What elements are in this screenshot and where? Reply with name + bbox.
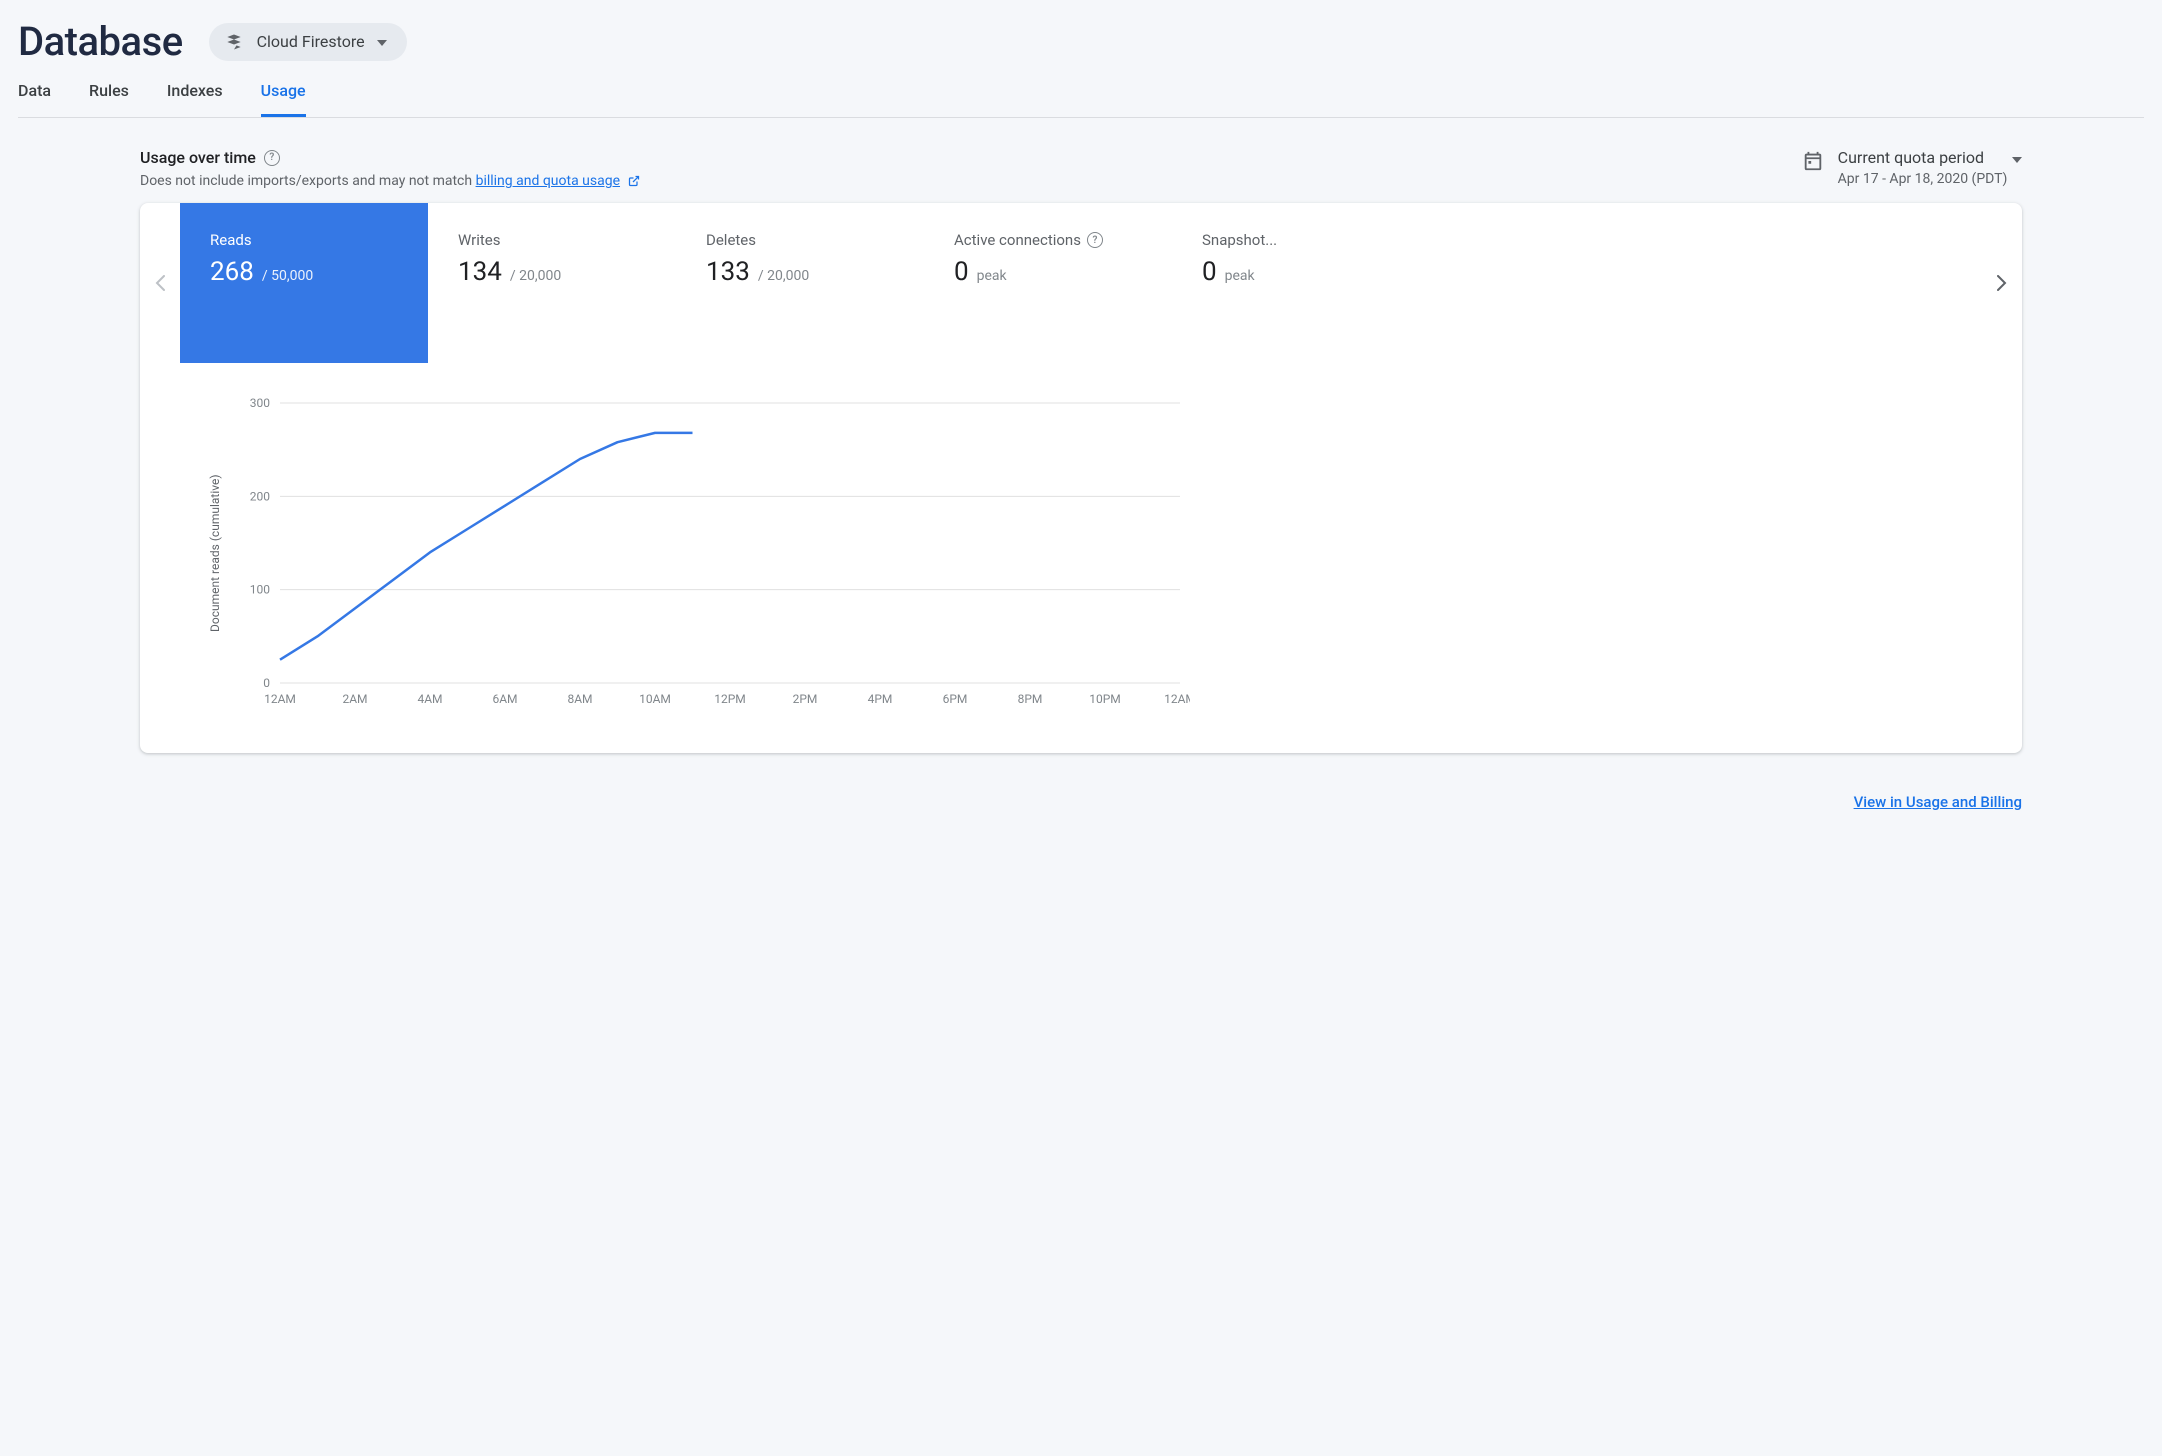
- svg-text:12PM: 12PM: [714, 692, 746, 706]
- svg-text:12AM: 12AM: [1164, 692, 1190, 706]
- period-label: Current quota period: [1838, 148, 1984, 167]
- metric-value: 134: [458, 257, 502, 287]
- usage-subtitle: Does not include imports/exports and may…: [140, 173, 640, 189]
- svg-text:10AM: 10AM: [639, 692, 671, 706]
- metric-reads[interactable]: Reads 268 / 50,000: [180, 203, 428, 363]
- billing-quota-link[interactable]: billing and quota usage: [476, 173, 620, 189]
- svg-text:100: 100: [250, 583, 270, 597]
- metric-label: Deletes: [706, 231, 756, 249]
- svg-text:0: 0: [263, 676, 270, 690]
- caret-down-icon: [2012, 148, 2022, 167]
- period-selector[interactable]: Current quota period Apr 17 - Apr 18, 20…: [1802, 148, 2022, 187]
- svg-text:2PM: 2PM: [793, 692, 818, 706]
- firestore-icon: [223, 31, 245, 53]
- metric-limit: / 50,000: [262, 268, 313, 284]
- metric-limit: / 20,000: [510, 268, 561, 284]
- metric-value: 0: [1202, 257, 1217, 287]
- external-link-icon: [628, 175, 640, 187]
- svg-text:8PM: 8PM: [1018, 692, 1043, 706]
- caret-down-icon: [377, 34, 387, 50]
- svg-text:6AM: 6AM: [492, 692, 517, 706]
- metric-value: 0: [954, 257, 969, 287]
- metric-limit: peak: [1225, 268, 1255, 284]
- database-selector-label: Cloud Firestore: [257, 32, 365, 51]
- metric-label: Active connections: [954, 231, 1081, 249]
- svg-text:12AM: 12AM: [264, 692, 296, 706]
- view-usage-billing-link[interactable]: View in Usage and Billing: [1854, 793, 2022, 811]
- metric-deletes[interactable]: Deletes 133 / 20,000: [676, 203, 924, 363]
- metric-label: Writes: [458, 231, 501, 249]
- calendar-icon: [1802, 150, 1824, 176]
- svg-text:2AM: 2AM: [342, 692, 367, 706]
- metric-writes[interactable]: Writes 134 / 20,000: [428, 203, 676, 363]
- metric-label: Snapshot...: [1202, 231, 1277, 249]
- metric-label: Reads: [210, 231, 252, 249]
- svg-text:4PM: 4PM: [868, 692, 893, 706]
- svg-text:10PM: 10PM: [1089, 692, 1121, 706]
- metrics-prev-button[interactable]: [140, 203, 180, 363]
- tabs: Data Rules Indexes Usage: [18, 81, 2144, 118]
- tab-rules[interactable]: Rules: [89, 81, 129, 117]
- tab-data[interactable]: Data: [18, 81, 51, 117]
- metric-snapshot-[interactable]: Snapshot... 0 peak: [1172, 203, 1420, 363]
- metric-limit: / 20,000: [758, 268, 809, 284]
- database-selector[interactable]: Cloud Firestore: [209, 23, 407, 61]
- svg-text:4AM: 4AM: [417, 692, 442, 706]
- svg-text:8AM: 8AM: [567, 692, 592, 706]
- usage-over-time-title: Usage over time: [140, 148, 256, 167]
- svg-text:200: 200: [250, 489, 270, 503]
- metric-value: 133: [706, 257, 750, 287]
- help-icon[interactable]: ?: [264, 150, 280, 166]
- usage-chart: 0 100 200 300 12AM 2AM 4AM 6AM 8AM 10AM 12PM 2PM 4PM…: [230, 393, 1190, 713]
- chart-y-axis-label: Document reads (cumulative): [200, 393, 230, 713]
- usage-card: Reads268/ 50,000Writes134/ 20,000Deletes…: [140, 203, 2022, 753]
- metrics-next-button[interactable]: [1982, 203, 2022, 363]
- page-title: Database: [18, 18, 183, 65]
- tab-usage[interactable]: Usage: [261, 81, 306, 117]
- period-range: Apr 17 - Apr 18, 2020 (PDT): [1838, 171, 2022, 187]
- metric-limit: peak: [977, 268, 1007, 284]
- tab-indexes[interactable]: Indexes: [167, 81, 223, 117]
- svg-text:6PM: 6PM: [943, 692, 968, 706]
- help-icon[interactable]: ?: [1087, 232, 1103, 248]
- svg-text:300: 300: [250, 396, 270, 410]
- metric-active-connections[interactable]: Active connections? 0 peak: [924, 203, 1172, 363]
- metric-value: 268: [210, 257, 254, 287]
